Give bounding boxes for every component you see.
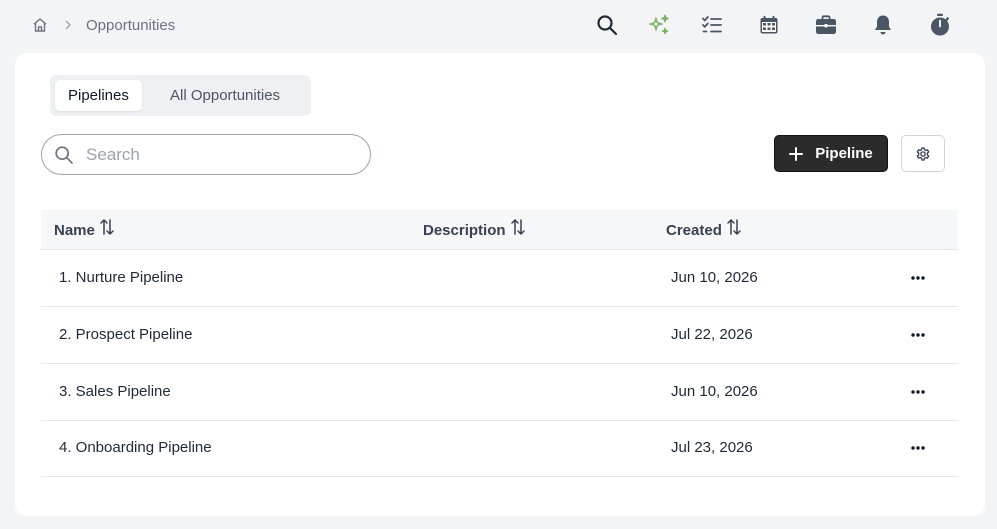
sort-icon <box>510 218 526 236</box>
created-date: Jun 10, 2026 <box>671 269 758 286</box>
search-box[interactable] <box>41 134 371 175</box>
created-date: Jun 10, 2026 <box>671 383 758 400</box>
table-header: Name Description Created <box>41 210 958 250</box>
search-input[interactable] <box>86 143 356 167</box>
breadcrumb-current: Opportunities <box>86 16 176 34</box>
search-icon <box>54 145 74 165</box>
add-pipeline-label: Pipeline <box>815 145 873 162</box>
pipeline-name[interactable]: 2. Prospect Pipeline <box>59 326 192 343</box>
search-icon[interactable] <box>594 12 620 38</box>
column-label: Created <box>666 221 722 239</box>
more-options-icon[interactable] <box>907 438 929 458</box>
sort-icon <box>99 218 115 236</box>
column-header-created[interactable]: Created <box>666 218 742 239</box>
chevron-right-icon <box>62 19 74 31</box>
more-options-icon[interactable] <box>907 268 929 288</box>
breadcrumb: Opportunities <box>32 15 175 35</box>
briefcase-icon[interactable] <box>813 12 839 38</box>
sparkles-icon[interactable] <box>646 12 672 38</box>
pipeline-name[interactable]: 1. Nurture Pipeline <box>59 269 183 286</box>
column-label: Description <box>423 221 506 239</box>
more-options-icon[interactable] <box>907 382 929 402</box>
gear-icon <box>915 146 931 162</box>
stopwatch-icon[interactable] <box>927 12 953 38</box>
column-header-name[interactable]: Name <box>54 218 115 239</box>
settings-button[interactable] <box>901 135 945 172</box>
created-date: Jul 22, 2026 <box>671 326 753 343</box>
tab-all-opportunities[interactable]: All Opportunities <box>157 80 293 111</box>
more-options-icon[interactable] <box>907 325 929 345</box>
table-row[interactable]: 4. Onboarding Pipeline Jul 23, 2026 <box>41 420 958 477</box>
sort-icon <box>726 218 742 236</box>
tab-pipelines[interactable]: Pipelines <box>55 80 142 111</box>
calendar-icon[interactable] <box>756 12 782 38</box>
tasks-icon[interactable] <box>699 12 725 38</box>
top-bar: Opportunities <box>0 0 997 52</box>
column-label: Name <box>54 221 95 239</box>
bell-icon[interactable] <box>870 12 896 38</box>
table-row[interactable]: 2. Prospect Pipeline Jul 22, 2026 <box>41 307 958 364</box>
view-tabs: Pipelines All Opportunities <box>50 75 311 116</box>
created-date: Jul 23, 2026 <box>671 439 753 456</box>
add-pipeline-button[interactable]: Pipeline <box>774 135 888 172</box>
column-header-description[interactable]: Description <box>423 218 526 239</box>
pipeline-name[interactable]: 4. Onboarding Pipeline <box>59 439 212 456</box>
table-row[interactable]: 1. Nurture Pipeline Jun 10, 2026 <box>41 250 958 307</box>
plus-icon <box>789 146 804 161</box>
pipelines-card: Pipelines All Opportunities Pipeline Nam… <box>15 53 985 516</box>
pipeline-name[interactable]: 3. Sales Pipeline <box>59 383 171 400</box>
home-icon[interactable] <box>32 17 48 33</box>
table-row[interactable]: 3. Sales Pipeline Jun 10, 2026 <box>41 364 958 421</box>
